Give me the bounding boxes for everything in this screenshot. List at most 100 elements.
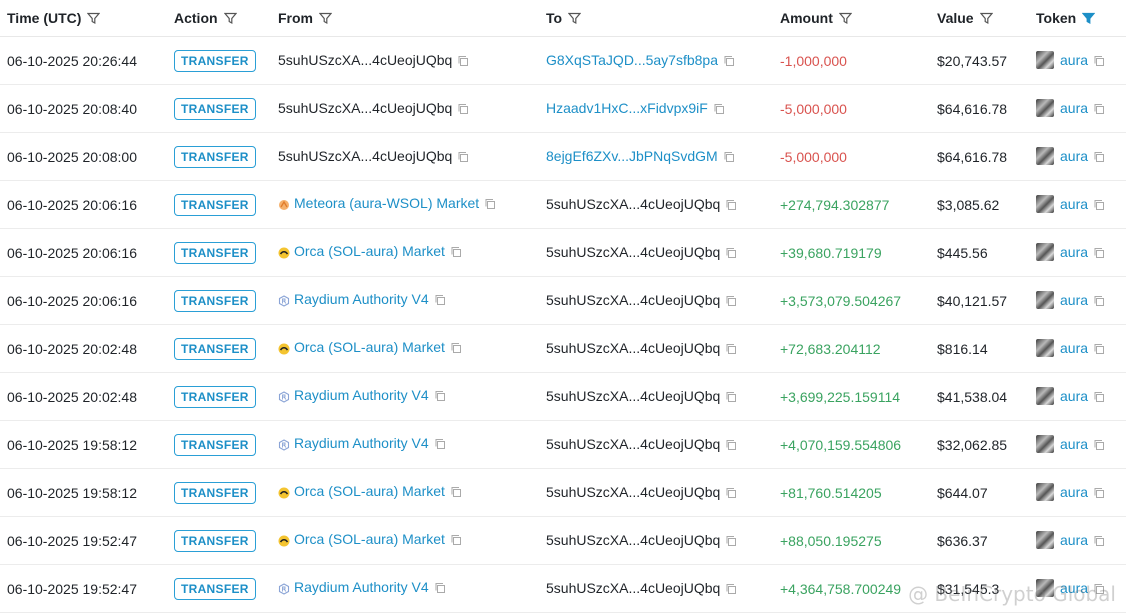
from-address-link[interactable]: Orca (SOL-aura) Market (294, 243, 445, 259)
copy-icon[interactable] (1093, 438, 1105, 454)
filter-icon[interactable] (979, 12, 993, 25)
to-address-link[interactable]: 8ejgEf6ZXv...JbPNqSvdGM (546, 148, 718, 164)
token-link[interactable]: aura (1060, 532, 1088, 548)
filter-icon[interactable] (319, 12, 332, 25)
col-token: Token (1029, 0, 1126, 37)
copy-icon[interactable] (723, 150, 735, 166)
to-address-link[interactable]: 5suhUSzcXA...4cUeojUQbq (546, 532, 720, 548)
to-address-link[interactable]: Hzaadv1HxC...xFidvpx9iF (546, 100, 708, 116)
token-link[interactable]: aura (1060, 340, 1088, 356)
copy-icon[interactable] (1093, 486, 1105, 502)
copy-icon[interactable] (1093, 342, 1105, 358)
copy-icon[interactable] (1093, 150, 1105, 166)
copy-icon[interactable] (434, 437, 446, 453)
value-cell: $32,062.85 (930, 420, 1029, 469)
value-cell: $41,538.04 (930, 372, 1029, 421)
copy-icon[interactable] (457, 150, 469, 166)
copy-icon[interactable] (1093, 198, 1105, 214)
copy-icon[interactable] (1093, 390, 1105, 406)
time-cell: 06-10-2025 20:08:40 (0, 84, 167, 133)
transfer-badge: TRANSFER (174, 289, 256, 312)
filter-icon[interactable] (223, 12, 237, 25)
value-cell: $445.56 (930, 228, 1029, 277)
token-link[interactable]: aura (1060, 388, 1088, 404)
token-link[interactable]: aura (1060, 52, 1088, 68)
copy-icon[interactable] (1093, 534, 1105, 550)
copy-icon[interactable] (434, 293, 446, 309)
copy-icon[interactable] (725, 390, 737, 406)
value-text: $41,538.04 (937, 388, 1008, 405)
to-address-link[interactable]: 5suhUSzcXA...4cUeojUQbq (546, 196, 720, 212)
from-address-link[interactable]: Raydium Authority V4 (294, 579, 429, 595)
table-header-row: Time (UTC) Action From To Amount Value T… (0, 0, 1126, 37)
to-address-link[interactable]: 5suhUSzcXA...4cUeojUQbq (546, 484, 720, 500)
to-cell: 5suhUSzcXA...4cUeojUQbq (539, 228, 773, 277)
to-address-link[interactable]: 5suhUSzcXA...4cUeojUQbq (546, 436, 720, 452)
from-address-link[interactable]: Meteora (aura-WSOL) Market (294, 195, 479, 211)
copy-icon[interactable] (723, 54, 735, 70)
from-address-link[interactable]: 5suhUSzcXA...4cUeojUQbq (278, 52, 452, 68)
filter-icon[interactable] (568, 12, 582, 25)
copy-icon[interactable] (434, 389, 446, 405)
copy-icon[interactable] (725, 294, 737, 310)
to-address-link[interactable]: 5suhUSzcXA...4cUeojUQbq (546, 244, 720, 260)
from-address-link[interactable]: Raydium Authority V4 (294, 291, 429, 307)
copy-icon[interactable] (725, 582, 737, 598)
from-address-link[interactable]: Orca (SOL-aura) Market (294, 531, 445, 547)
token-link[interactable]: aura (1060, 484, 1088, 500)
copy-icon[interactable] (450, 485, 462, 501)
action-cell: TRANSFER (167, 324, 271, 373)
copy-icon[interactable] (450, 245, 462, 261)
copy-icon[interactable] (457, 54, 469, 70)
from-address-link[interactable]: Orca (SOL-aura) Market (294, 339, 445, 355)
from-address-link[interactable]: Raydium Authority V4 (294, 387, 429, 403)
to-address-link[interactable]: 5suhUSzcXA...4cUeojUQbq (546, 340, 720, 356)
copy-icon[interactable] (725, 438, 737, 454)
copy-icon[interactable] (484, 197, 496, 213)
value-text: $3,085.62 (937, 196, 1000, 213)
copy-icon[interactable] (1093, 102, 1105, 118)
time-cell: 06-10-2025 19:58:12 (0, 420, 167, 469)
copy-icon[interactable] (457, 102, 469, 118)
copy-icon[interactable] (450, 341, 462, 357)
copy-icon[interactable] (725, 342, 737, 358)
filter-icon[interactable] (838, 12, 852, 25)
token-link[interactable]: aura (1060, 196, 1088, 212)
token-link[interactable]: aura (1060, 244, 1088, 260)
time-cell: 06-10-2025 20:06:16 (0, 180, 167, 229)
table-row: 06-10-2025 20:08:40 TRANSFER 5suhUSzcXA...… (0, 84, 1126, 133)
copy-icon[interactable] (434, 581, 446, 597)
copy-icon[interactable] (725, 534, 737, 550)
from-address-link[interactable]: Orca (SOL-aura) Market (294, 483, 445, 499)
token-link[interactable]: aura (1060, 436, 1088, 452)
copy-icon[interactable] (725, 198, 737, 214)
col-time: Time (UTC) (0, 0, 167, 37)
filter-icon[interactable] (87, 12, 101, 25)
copy-icon[interactable] (725, 246, 737, 262)
copy-icon[interactable] (450, 533, 462, 549)
from-cell: Orca (SOL-aura) Market (271, 228, 539, 277)
copy-icon[interactable] (713, 102, 725, 118)
aura-token-icon (1036, 339, 1054, 357)
transfer-badge: TRANSFER (174, 433, 256, 456)
to-address-link[interactable]: 5suhUSzcXA...4cUeojUQbq (546, 388, 720, 404)
copy-icon[interactable] (1093, 294, 1105, 310)
token-link[interactable]: aura (1060, 292, 1088, 308)
col-from: From (271, 0, 539, 37)
copy-icon[interactable] (1093, 246, 1105, 262)
token-cell: aura (1029, 276, 1126, 325)
token-link[interactable]: aura (1060, 100, 1088, 116)
filter-active-icon[interactable] (1082, 12, 1096, 25)
to-address-link[interactable]: G8XqSTaJQD...5ay7sfb8pa (546, 52, 718, 68)
from-address-link[interactable]: 5suhUSzcXA...4cUeojUQbq (278, 100, 452, 116)
time-cell: 06-10-2025 20:06:16 (0, 228, 167, 277)
to-address-link[interactable]: 5suhUSzcXA...4cUeojUQbq (546, 580, 720, 596)
from-address-link[interactable]: 5suhUSzcXA...4cUeojUQbq (278, 148, 452, 164)
copy-icon[interactable] (1093, 54, 1105, 70)
value-cell: $816.14 (930, 324, 1029, 373)
from-address-link[interactable]: Raydium Authority V4 (294, 435, 429, 451)
token-link[interactable]: aura (1060, 148, 1088, 164)
copy-icon[interactable] (725, 486, 737, 502)
table-row: 06-10-2025 19:58:12 TRANSFER Orca (SOL-aur… (0, 468, 1126, 517)
to-address-link[interactable]: 5suhUSzcXA...4cUeojUQbq (546, 292, 720, 308)
